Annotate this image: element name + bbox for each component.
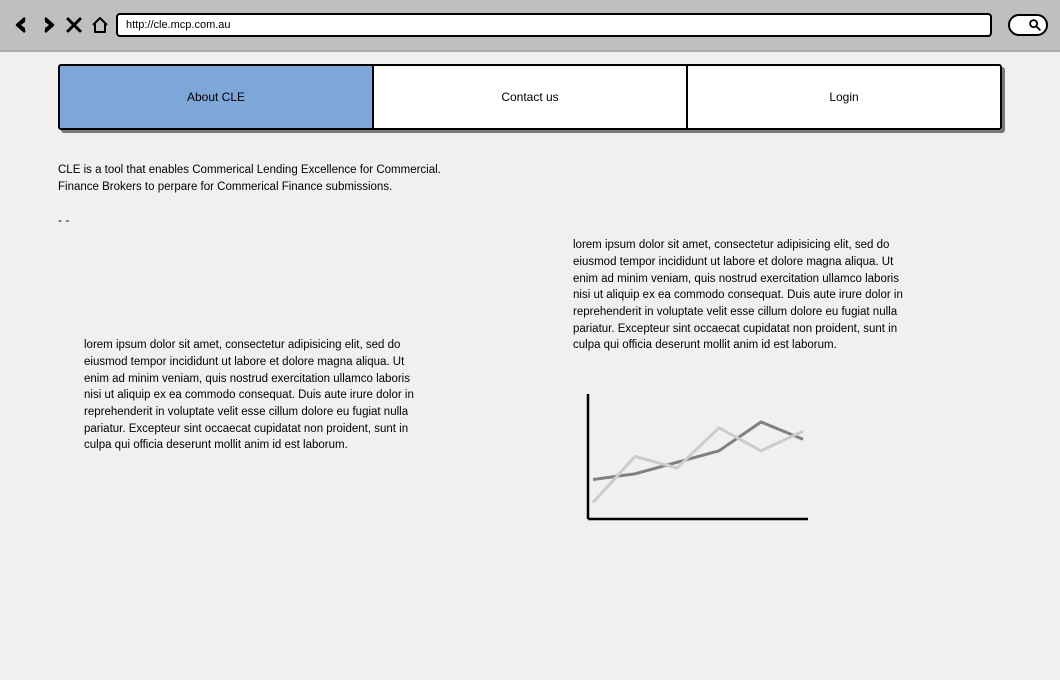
main-tabs: About CLE Contact us Login — [58, 64, 1002, 130]
right-column: lorem ipsum dolor sit amet, consectetur … — [573, 237, 1002, 534]
tab-label: About CLE — [187, 90, 245, 104]
lorem-right: lorem ipsum dolor sit amet, consectetur … — [573, 237, 913, 354]
back-icon[interactable] — [12, 15, 32, 35]
forward-icon[interactable] — [38, 15, 58, 35]
left-column: lorem ipsum dolor sit amet, consectetur … — [58, 237, 513, 534]
intro-text: CLE is a tool that enables Commerical Le… — [58, 162, 478, 195]
url-text: http://cle.mcp.com.au — [126, 19, 231, 31]
tab-about-cle[interactable]: About CLE — [60, 66, 374, 128]
page-content: About CLE Contact us Login CLE is a tool… — [0, 52, 1060, 546]
url-input[interactable]: http://cle.mcp.com.au — [116, 13, 992, 37]
search-pill[interactable] — [1008, 14, 1048, 36]
tab-label: Contact us — [501, 90, 558, 104]
chart-series-b — [593, 428, 803, 503]
home-icon[interactable] — [90, 15, 110, 35]
tab-contact-us[interactable]: Contact us — [374, 66, 688, 128]
lorem-left: lorem ipsum dolor sit amet, consectetur … — [84, 337, 424, 454]
browser-toolbar: http://cle.mcp.com.au — [0, 0, 1060, 52]
dashes-text: - - — [58, 213, 1002, 227]
tab-label: Login — [829, 90, 858, 104]
two-column-layout: lorem ipsum dolor sit amet, consectetur … — [58, 237, 1002, 534]
chart-series-a — [593, 422, 803, 480]
tab-login[interactable]: Login — [688, 66, 1000, 128]
line-chart — [573, 384, 813, 534]
search-icon — [1028, 18, 1042, 32]
close-icon[interactable] — [64, 15, 84, 35]
